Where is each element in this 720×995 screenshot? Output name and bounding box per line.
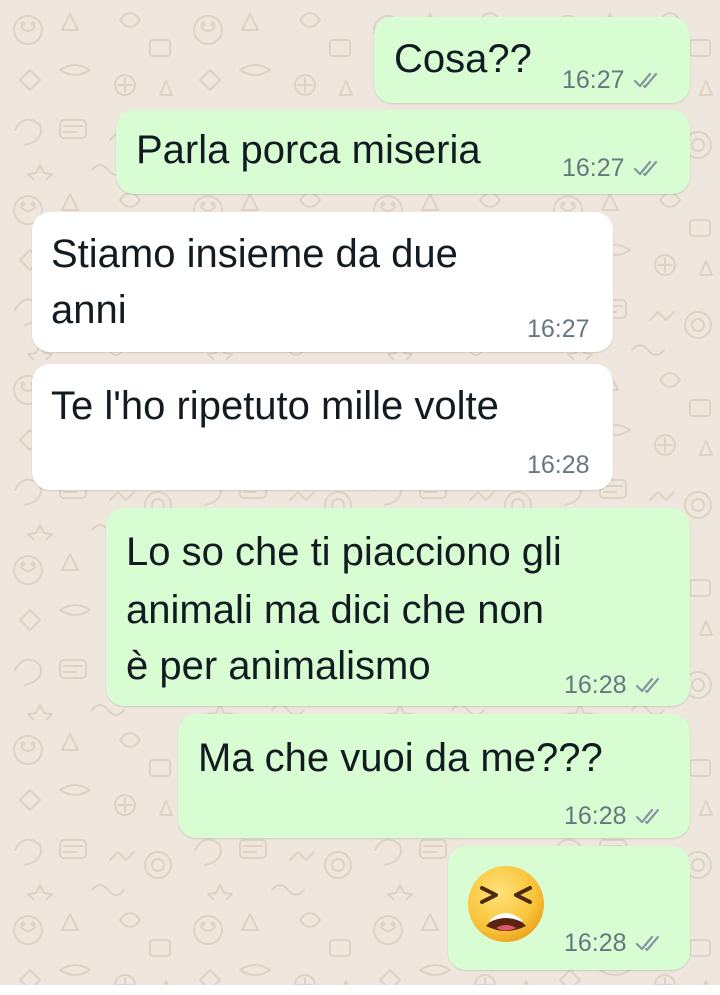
message-bubble-outgoing[interactable]: Cosa?? 16:27	[374, 17, 690, 103]
message-time: 16:28	[527, 451, 590, 479]
message-text-line: Stiamo insieme da due	[51, 232, 458, 276]
message-bubble-incoming[interactable]: Te l'ho ripetuto mille volte 16:28	[32, 364, 613, 490]
message-text-line: Lo so che ti piacciono gli	[126, 530, 562, 574]
message-meta: 16:28	[527, 450, 590, 480]
message-time: 16:28	[564, 671, 627, 699]
message-bubble-outgoing[interactable]: 16:28	[448, 846, 690, 970]
message-text-line: animali ma dici che non	[126, 588, 544, 632]
message-bubble-outgoing[interactable]: Ma che vuoi da me??? 16:28	[178, 714, 690, 838]
message-time: 16:28	[564, 929, 627, 957]
bottom-edge-divider	[0, 985, 720, 995]
chat-area: Cosa?? 16:27 Parla porca miseria 16:27 S…	[0, 0, 720, 995]
message-meta: 16:27	[562, 153, 663, 183]
double-check-icon	[633, 160, 657, 177]
message-text: Ma che vuoi da me???	[198, 736, 603, 780]
message-text: Te l'ho ripetuto mille volte	[51, 384, 499, 428]
double-check-icon	[635, 677, 659, 694]
message-meta: 16:28	[564, 670, 665, 700]
double-check-icon	[635, 808, 659, 825]
message-text: Cosa??	[394, 37, 532, 81]
message-meta: 16:27	[562, 65, 663, 95]
double-check-icon	[635, 935, 659, 952]
message-bubble-outgoing[interactable]: Lo so che ti piacciono gli animali ma di…	[106, 508, 690, 706]
message-text-line: anni	[51, 288, 127, 332]
message-meta: 16:28	[564, 801, 665, 831]
message-bubble-incoming[interactable]: Stiamo insieme da due anni 16:27	[32, 212, 613, 352]
double-check-icon	[633, 72, 657, 89]
message-meta: 16:27	[527, 314, 590, 344]
tired-face-emoji-icon	[468, 866, 544, 942]
message-text-line: è per animalismo	[126, 644, 431, 688]
message-bubble-outgoing[interactable]: Parla porca miseria 16:27	[116, 110, 690, 194]
message-meta: 16:28	[564, 928, 665, 958]
message-time: 16:27	[562, 154, 625, 182]
message-text: Parla porca miseria	[136, 128, 481, 172]
message-time: 16:27	[562, 66, 625, 94]
message-time: 16:27	[527, 315, 590, 343]
message-time: 16:28	[564, 802, 627, 830]
